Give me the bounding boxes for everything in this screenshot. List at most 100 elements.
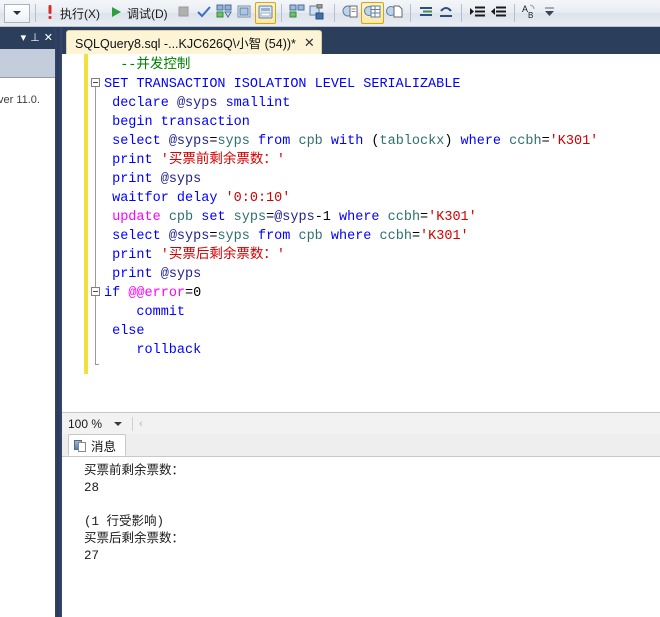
- code-token: from: [257, 229, 291, 244]
- message-line: 买票前剩余票数：: [84, 464, 185, 478]
- code-line: else: [104, 322, 598, 341]
- close-icon[interactable]: ✕: [44, 32, 53, 44]
- results-pane: 消息 买票前剩余票数： 28 (1 行受影响) 买票后剩余票数： 27: [62, 434, 660, 617]
- code-token: rollback: [136, 343, 202, 358]
- code-token: 'K301': [549, 134, 599, 149]
- chevron-down-icon[interactable]: ▾: [21, 32, 27, 44]
- results-to-file-icon: [385, 4, 403, 22]
- code-line: begin transaction: [104, 113, 598, 132]
- code-token: @syps: [176, 96, 218, 111]
- toolbar-database-combo[interactable]: [4, 3, 30, 23]
- code-token: update: [112, 210, 161, 225]
- check-mark-icon: [196, 5, 212, 22]
- display-estimated-plan-button[interactable]: [214, 2, 235, 24]
- messages-output[interactable]: 买票前剩余票数： 28 (1 行受影响) 买票后剩余票数： 27: [62, 457, 660, 617]
- code-token: select: [112, 134, 161, 149]
- fold-toggle-if[interactable]: [91, 287, 100, 296]
- toolbar-separator: [409, 4, 411, 22]
- fold-guide-end: [95, 364, 99, 365]
- increase-indent-button[interactable]: [467, 2, 488, 24]
- parse-button[interactable]: [194, 2, 214, 24]
- fold-toggle-transaction[interactable]: [91, 78, 100, 87]
- editor-fold-column[interactable]: [88, 54, 104, 412]
- code-token: =: [266, 210, 275, 225]
- code-token: '买票后剩余票数：': [160, 248, 285, 263]
- query-options-button[interactable]: [235, 2, 255, 24]
- execute-button[interactable]: 执行(X): [41, 2, 106, 24]
- results-to-text-button[interactable]: [340, 2, 361, 24]
- code-token: syps: [217, 134, 250, 149]
- code-token: SET TRANSACTION ISOLATION LEVEL SERIALIZ…: [104, 77, 461, 92]
- stop-button[interactable]: [174, 2, 194, 24]
- toolbar-separator: [460, 4, 462, 22]
- code-token: @@error: [128, 286, 186, 301]
- code-token: print: [112, 248, 153, 263]
- uncomment-lines-icon: [438, 5, 454, 22]
- include-actual-plan-button[interactable]: [254, 2, 276, 24]
- tab-label: SQLQuery8.sql -...KJC626Q\小智 (54))*: [75, 37, 296, 51]
- code-token: (: [363, 134, 380, 149]
- chevron-down-icon[interactable]: [114, 422, 123, 426]
- debug-button[interactable]: 调试(D): [106, 2, 174, 24]
- code-token: where: [339, 210, 380, 225]
- spell-check-button[interactable]: A B: [520, 2, 542, 24]
- debug-label: 调试(D): [127, 6, 168, 21]
- message-line: 28: [84, 481, 100, 495]
- code-token: begin transaction: [112, 115, 250, 130]
- code-line: --并发控制: [104, 56, 598, 75]
- include-client-statistics-button[interactable]: [287, 2, 307, 24]
- toolbar-separator: [280, 4, 282, 22]
- comment-button[interactable]: [416, 2, 436, 24]
- code-token: cpb: [298, 134, 323, 149]
- uncomment-button[interactable]: [436, 2, 456, 24]
- pin-icon[interactable]: ⊥: [30, 32, 40, 44]
- results-to-grid-button[interactable]: [360, 2, 384, 24]
- code-token: @syps: [274, 210, 315, 225]
- code-token: else: [112, 324, 145, 339]
- code-text: --并发控制 SET TRANSACTION ISOLATION LEVEL SE…: [104, 56, 598, 360]
- zoombar-separator: [132, 417, 134, 431]
- code-token: @syps: [168, 134, 210, 149]
- code-line: print '买票前剩余票数：': [104, 151, 598, 170]
- code-token: ccbh: [387, 210, 421, 225]
- intellisense-button[interactable]: [307, 2, 329, 24]
- code-token: select: [112, 229, 161, 244]
- code-token: @syps: [160, 172, 202, 187]
- query-options-icon: [237, 5, 252, 22]
- code-token: ccbh: [509, 134, 542, 149]
- results-to-file-button[interactable]: [384, 2, 405, 24]
- panel-splitter[interactable]: [55, 27, 62, 617]
- decrease-indent-button[interactable]: [488, 2, 509, 24]
- sql-code-editor[interactable]: --并发控制 SET TRANSACTION ISOLATION LEVEL SE…: [62, 54, 660, 412]
- toolbar-overflow-button[interactable]: [544, 2, 555, 24]
- zoom-control[interactable]: 100 %: [62, 414, 123, 434]
- code-token: waitfor delay: [112, 191, 218, 206]
- exclamation-icon: [43, 4, 57, 23]
- close-icon[interactable]: ✕: [304, 36, 315, 49]
- code-token: =: [420, 210, 429, 225]
- main-toolbar: 执行(X) 调试(D) A B: [0, 0, 660, 27]
- tab-messages[interactable]: 消息: [68, 434, 127, 456]
- results-to-grid-icon: [363, 4, 381, 22]
- tab-sqlquery8[interactable]: SQLQuery8.sql -...KJC626Q\小智 (54))* ✕: [66, 30, 322, 54]
- message-doc-icon: [74, 439, 87, 452]
- toolbar-overflow-icon: [544, 6, 555, 20]
- code-token: '0:0:10': [225, 191, 291, 206]
